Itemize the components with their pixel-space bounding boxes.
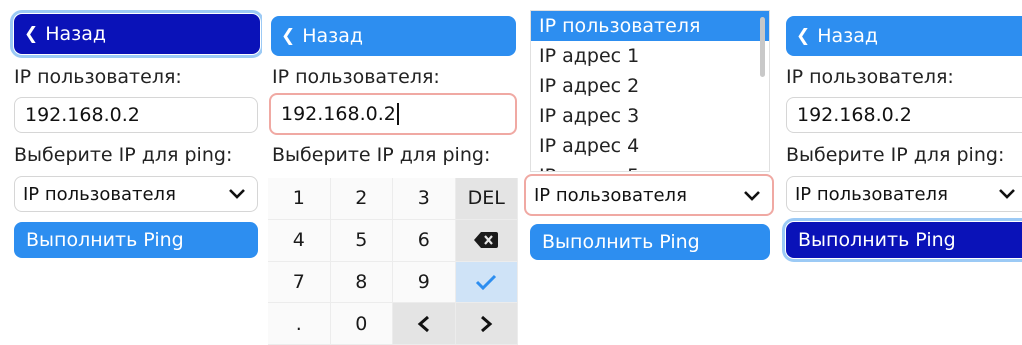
ping-button[interactable]: Выполнить Ping [14, 222, 258, 258]
key-7[interactable]: 7 [268, 261, 331, 304]
chevron-down-icon [999, 189, 1015, 199]
back-button[interactable]: ❮ Назад [271, 16, 516, 56]
select-ip-label: Выберите IP для ping: [786, 144, 1005, 166]
key-0[interactable]: 0 [330, 303, 393, 345]
dropdown-option[interactable]: IP адрес 5 [531, 161, 769, 171]
backspace-icon [474, 232, 499, 249]
dropdown-scrollbar[interactable] [760, 17, 765, 77]
dropdown-option[interactable]: IP адрес 4 [531, 131, 769, 161]
screen-back-focused: ❮ Назад IP пользователя: 192.168.0.2 Выб… [0, 0, 262, 345]
user-ip-label: IP пользователя: [14, 66, 182, 88]
text-cursor [396, 103, 399, 125]
user-ip-label: IP пользователя: [272, 66, 440, 88]
select-ip-label: Выберите IP для ping: [272, 144, 491, 166]
user-ip-value: 192.168.0.2 [797, 104, 912, 126]
key-9[interactable]: 9 [393, 261, 456, 304]
numeric-keypad: 1 2 3 DEL 4 5 6 7 8 9 . 0 [268, 178, 518, 345]
check-icon [476, 274, 497, 290]
key-2[interactable]: 2 [330, 178, 393, 220]
user-ip-field[interactable]: 192.168.0.2 [786, 97, 1022, 133]
chevron-left-icon: ❮ [796, 26, 811, 46]
back-button-label: Назад [302, 25, 364, 47]
ping-button-label: Выполнить Ping [542, 231, 700, 253]
ping-button-label: Выполнить Ping [26, 229, 184, 251]
chevron-down-icon [229, 189, 245, 199]
chevron-left-icon: ❮ [24, 24, 39, 44]
user-ip-value: 192.168.0.2 [25, 104, 140, 126]
key-del[interactable]: DEL [455, 178, 518, 220]
key-backspace[interactable] [455, 219, 518, 262]
key-1[interactable]: 1 [268, 178, 331, 220]
key-8[interactable]: 8 [330, 261, 393, 304]
user-ip-field[interactable]: 192.168.0.2 [269, 93, 517, 135]
ip-select[interactable]: IP пользователя [524, 174, 774, 216]
ping-button-label: Выполнить Ping [798, 229, 956, 251]
chevron-right-icon [481, 315, 493, 332]
screen-ip-edit: ❮ Назад IP пользователя: 192.168.0.2 Выб… [262, 0, 524, 345]
chevron-left-icon [417, 315, 429, 332]
dropdown-option[interactable]: IP адрес 3 [531, 101, 769, 131]
ip-select[interactable]: IP пользователя [14, 176, 258, 212]
screen-ping-focused: ❮ Назад IP пользователя: 192.168.0.2 Выб… [778, 0, 1022, 345]
ip-select-value: IP пользователя [795, 183, 948, 205]
dropdown-option[interactable]: IP адрес 1 [531, 41, 769, 71]
back-button[interactable]: ❮ Назад [10, 10, 262, 58]
key-cursor-right[interactable] [455, 303, 518, 345]
key-cursor-left[interactable] [393, 303, 456, 345]
key-3[interactable]: 3 [393, 178, 456, 220]
screen-dropdown-open: IP пользователя IP адрес 1 IP адрес 2 IP… [524, 0, 778, 345]
back-button-label: Назад [817, 25, 879, 47]
ip-dropdown-list[interactable]: IP пользователя IP адрес 1 IP адрес 2 IP… [530, 10, 770, 172]
ip-select-value: IP пользователя [23, 183, 176, 205]
chevron-left-icon: ❮ [281, 26, 296, 46]
ping-button[interactable]: Выполнить Ping [530, 224, 770, 260]
user-ip-value: 192.168.0.2 [281, 103, 396, 125]
back-button[interactable]: ❮ Назад [786, 16, 1022, 56]
chevron-down-icon [744, 191, 760, 201]
ping-button[interactable]: Выполнить Ping [782, 218, 1022, 262]
key-4[interactable]: 4 [268, 219, 331, 262]
key-dot[interactable]: . [268, 303, 331, 345]
key-confirm[interactable] [455, 261, 518, 304]
key-5[interactable]: 5 [330, 219, 393, 262]
dropdown-option[interactable]: IP адрес 2 [531, 71, 769, 101]
back-button-label: Назад [45, 23, 107, 45]
select-ip-label: Выберите IP для ping: [14, 144, 233, 166]
user-ip-label: IP пользователя: [786, 66, 954, 88]
ip-select-value: IP пользователя [534, 184, 687, 206]
ip-select[interactable]: IP пользователя [786, 176, 1022, 212]
key-6[interactable]: 6 [393, 219, 456, 262]
user-ip-field[interactable]: 192.168.0.2 [14, 97, 258, 133]
dropdown-option[interactable]: IP пользователя [531, 11, 769, 41]
